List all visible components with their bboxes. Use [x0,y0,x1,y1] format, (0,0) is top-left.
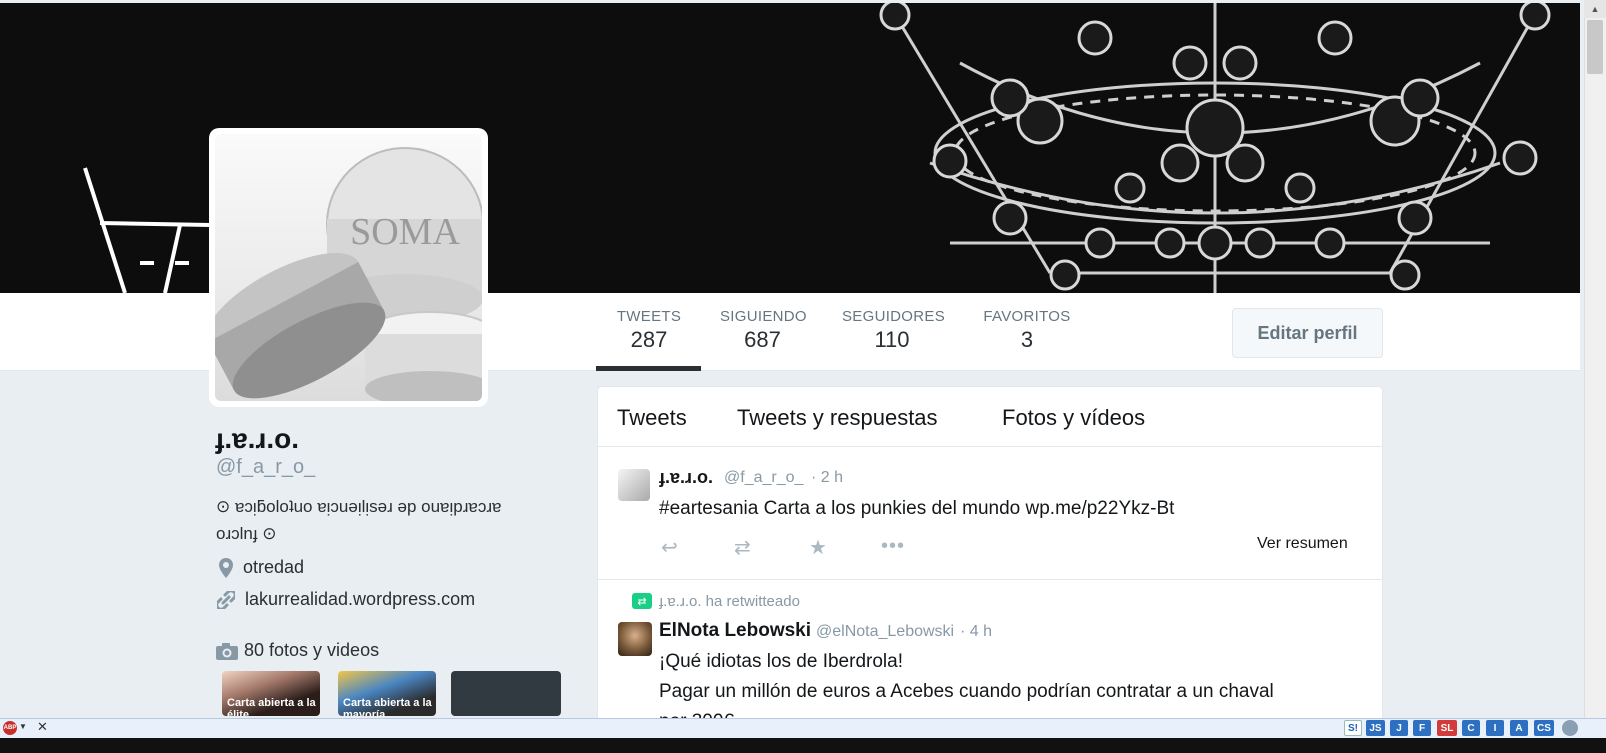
bio-line: ⊙ ɐɔᴉƃoloʇuo ɐᴉɔuǝᴉlᴉsǝɹ ǝp ouɐᴉpɹɐɔɹɐ [216,497,502,516]
bio-line: oɹɔlnɟ ⊙ [216,524,277,543]
profile-website[interactable]: lakurrealidad.wordpress.com [217,589,475,610]
timeline-tabs: Tweets Tweets y respuestas Fotos y vídeo… [598,387,1382,447]
stat-followers[interactable]: SEGUIDORES 110 [842,308,946,353]
extension-button-c[interactable]: C [1462,720,1480,736]
favorite-star-icon[interactable]: ★ [809,535,827,560]
stat-value: 287 [630,327,668,352]
location-text: otredad [243,557,305,577]
extension-button-f[interactable]: F [1413,720,1431,736]
stat-value: 110 [874,327,910,352]
stat-label: SEGUIDORES [842,308,946,325]
media-thumbnail[interactable]: Carta abierta a la élite [222,671,320,716]
tweet-author-name[interactable]: ElNota Lebowski [659,620,811,642]
tweet-avatar[interactable] [618,469,650,501]
extension-button-i[interactable]: I [1486,720,1504,736]
timeline: Tweets Tweets y respuestas Fotos y vídeo… [597,386,1383,731]
stat-following[interactable]: SIGUIENDO 687 [720,308,807,353]
stat-value: 687 [744,327,781,352]
reply-icon[interactable]: ↩ [661,535,678,560]
extension-button-sl[interactable]: SL [1437,720,1457,736]
media-thumbnail[interactable]: Carta abierta a la mayoría [338,671,436,716]
tab-photos-videos[interactable]: Fotos y vídeos [1002,405,1145,431]
tweet-text-line: Pagar un millón de euros a Acebes cuando… [659,681,1274,702]
view-summary-link[interactable]: Ver resumen [1257,535,1348,553]
tab-tweets-replies[interactable]: Tweets y respuestas [737,405,938,431]
thumbnail-caption: Carta abierta a la mayoría [343,697,432,716]
more-options-icon[interactable]: ••• [881,535,905,558]
thumbnail-caption: Carta abierta a la élite [227,697,316,716]
scroll-up-arrow-icon[interactable]: ▲ [1584,0,1606,18]
stat-tweets[interactable]: TWEETS 287 [614,308,684,353]
retweet-context[interactable]: ɟ.ɐ.ɹ.o. ha retwitteado [659,593,800,610]
tweet-text-line: ¡Qué idiotas los de Iberdrola! [659,651,903,672]
extension-button-s[interactable]: S! [1344,720,1362,736]
scrollbar-thumb[interactable] [1587,20,1603,74]
location-pin-icon [219,557,233,578]
media-thumbnail[interactable] [451,671,561,716]
tweet-timestamp[interactable]: · 4 h [960,623,992,641]
tweet-text: #eartesania Carta a los punkies del mund… [659,498,1175,519]
website-link[interactable]: lakurrealidad.wordpress.com [245,589,475,610]
stat-label: SIGUIENDO [720,308,807,325]
tweet-timestamp[interactable]: · 2 h [811,469,843,487]
close-icon[interactable]: ✕ [37,719,48,735]
adblock-icon[interactable]: ABP [3,721,17,735]
profile-handle[interactable]: @f_a_r_o_ [216,456,315,479]
stat-favorites[interactable]: FAVORITOS 3 [982,308,1072,353]
avatar[interactable]: SOMA [209,128,488,407]
tweet-author-handle[interactable]: @f_a_r_o_ [724,469,803,487]
stat-value: 3 [1020,327,1034,352]
stat-label: TWEETS [616,308,682,325]
extension-button-a[interactable]: A [1510,720,1528,736]
profile-name[interactable]: ɟ.ɐ.ɹ.o. [215,423,299,455]
avatar-image: SOMA [215,134,482,401]
chevron-down-icon[interactable]: ▼ [19,722,27,731]
active-stat-indicator [596,366,701,371]
extension-button-j[interactable]: J [1390,720,1408,736]
vertical-scrollbar[interactable] [1584,0,1606,720]
profile-bio: ⊙ ɐɔᴉƃoloʇuo ɐᴉɔuǝᴉlᴉsǝɹ ǝp ouɐᴉpɹɐɔɹɐ o… [216,493,556,547]
taskbar-strip [0,738,1606,753]
tweet-divider [598,579,1382,580]
edit-profile-button[interactable]: Editar perfil [1232,308,1383,358]
extension-button-js[interactable]: JS [1366,720,1385,736]
stat-label: FAVORITOS [983,308,1071,325]
photos-videos-label: 80 fotos y videos [244,640,380,660]
settings-gear-icon[interactable] [1562,720,1578,736]
retweeted-icon: ⇄ [632,593,652,609]
tab-tweets[interactable]: Tweets [617,405,687,431]
photos-videos-link[interactable]: 80 fotos y videos [216,640,379,661]
profile-location: otredad [219,557,304,578]
retweet-icon[interactable]: ⇄ [734,535,751,560]
tweet-avatar[interactable] [618,622,652,656]
soma-pills-illustration: SOMA [215,147,482,401]
link-icon [217,590,235,609]
tweet-author-name[interactable]: ɟ.ɐ.ɹ.o. [659,467,713,488]
extension-button-cs[interactable]: CS [1534,720,1554,736]
camera-icon [216,642,238,660]
tweet-author-handle[interactable]: @elNota_Lebowski [816,623,954,641]
avatar-pill-text: SOMA [350,211,460,253]
